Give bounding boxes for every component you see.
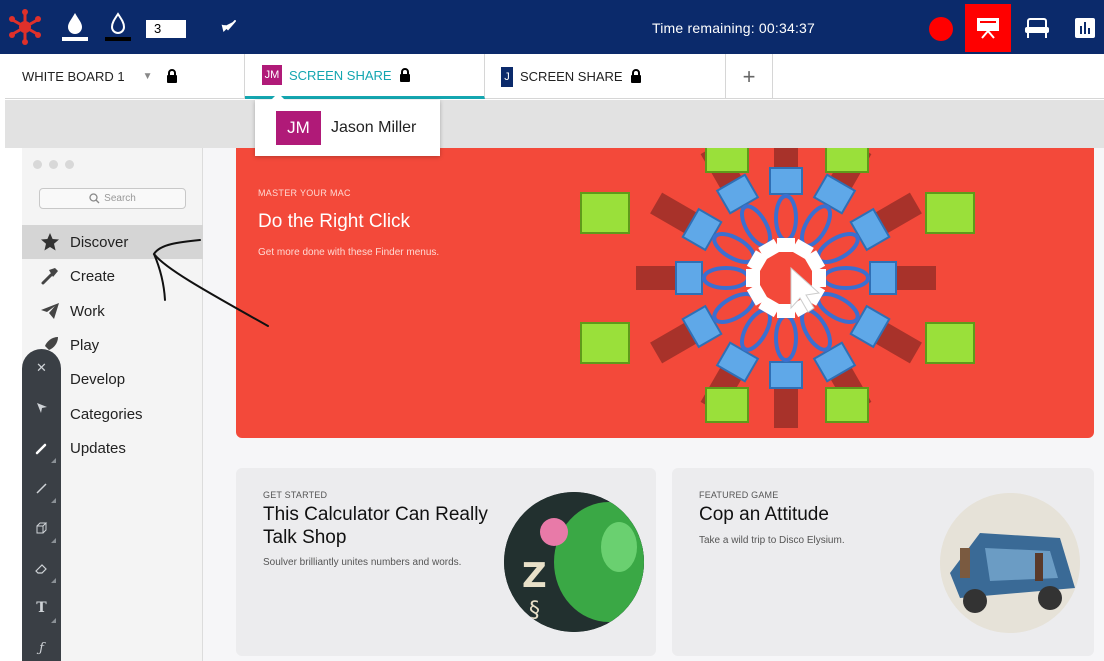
- record-button[interactable]: [929, 17, 953, 41]
- lock-icon: [399, 67, 410, 82]
- hero-eyebrow: MASTER YOUR MAC: [258, 188, 351, 198]
- hero-illustration: [580, 148, 975, 430]
- top-bar: 3 Time remaining: 00:34:37: [0, 0, 1104, 54]
- bar-chart-icon: [1075, 18, 1095, 38]
- tab-label: WHITE BOARD 1: [22, 69, 125, 84]
- presentation-icon: [977, 18, 999, 39]
- time-remaining: Time remaining: 00:34:37: [652, 20, 816, 36]
- disco-elysium-artwork: [940, 493, 1080, 633]
- toolbar-strip: [5, 100, 1104, 148]
- pen-icon[interactable]: [22, 429, 61, 467]
- paper-plane-icon: [41, 303, 59, 319]
- search-icon: [89, 193, 100, 204]
- sidebar-item-label: Create: [70, 267, 116, 285]
- user-name: Jason Miller: [331, 119, 417, 136]
- tab-label: SCREEN SHARE: [289, 67, 392, 83]
- sidebar-item-label: Updates: [70, 439, 126, 457]
- tab-whiteboard[interactable]: WHITE BOARD 1 ▼: [5, 54, 245, 99]
- shape-icon[interactable]: [22, 509, 61, 547]
- line-icon[interactable]: [22, 469, 61, 507]
- pointer-icon[interactable]: [22, 389, 61, 427]
- card-eyebrow: GET STARTED: [263, 490, 328, 500]
- snowflake-logo-icon: [9, 9, 41, 45]
- sidebar-item-label: Discover: [70, 233, 129, 251]
- presentation-button[interactable]: [965, 4, 1011, 52]
- card-featured-game[interactable]: FEATURED GAME Cop an Attitude Take a wil…: [672, 468, 1094, 656]
- armchair-icon: [1025, 18, 1049, 38]
- card-get-started[interactable]: GET STARTED This Calculator Can Really T…: [236, 468, 656, 656]
- color-bar-white: [62, 37, 88, 41]
- tab-label: SCREEN SHARE: [520, 69, 623, 84]
- avatar: J: [501, 66, 513, 87]
- sidebar-item-label: Develop: [70, 370, 126, 388]
- card-subtitle: Soulver brilliantly unites numbers and w…: [263, 557, 462, 568]
- svg-text:Z: Z: [522, 556, 547, 596]
- hero-title: Do the Right Click: [258, 211, 411, 232]
- search-input[interactable]: Search: [39, 188, 186, 209]
- undo-icon[interactable]: [220, 18, 238, 34]
- sidebar-item-label: Categories: [70, 405, 143, 423]
- lock-icon: [630, 69, 641, 83]
- stats-button[interactable]: [1062, 4, 1104, 52]
- add-tab-button[interactable]: +: [726, 54, 773, 99]
- close-icon[interactable]: ✕: [22, 349, 61, 387]
- window-zoom-dot[interactable]: [65, 160, 74, 169]
- card-title: This Calculator Can Really Talk Shop: [263, 503, 488, 549]
- ink-fill-tool[interactable]: [60, 12, 90, 42]
- hammer-icon: [41, 268, 58, 285]
- avatar: JM: [262, 65, 282, 85]
- calculator-artwork: Z §: [504, 492, 644, 632]
- shared-screen: Search Discover Create Work Play Develop…: [22, 148, 1104, 661]
- window-close-dot[interactable]: [33, 160, 42, 169]
- page-number-field[interactable]: 3: [146, 20, 186, 38]
- seat-button[interactable]: [1014, 4, 1060, 52]
- svg-text:§: §: [529, 598, 540, 623]
- formula-icon[interactable]: ƒ: [22, 629, 61, 661]
- drawing-toolbar: ✕ T ƒ: [22, 349, 61, 661]
- annotation-arrow: [152, 239, 269, 327]
- hero-subtitle: Get more done with these Finder menus.: [258, 247, 440, 258]
- user-popup: JM Jason Miller: [255, 93, 440, 156]
- star-icon: [41, 233, 59, 251]
- ink-outline-tool[interactable]: [103, 12, 133, 42]
- eraser-icon[interactable]: [22, 549, 61, 587]
- lock-icon: [167, 69, 178, 83]
- card-title-line1: This Calculator Can Really: [263, 504, 488, 525]
- card-title: Cop an Attitude: [699, 504, 829, 525]
- color-bar-black: [105, 37, 131, 41]
- app-store-main: MASTER YOUR MAC Do the Right Click Get m…: [203, 148, 1104, 661]
- avatar: JM: [276, 111, 321, 145]
- card-subtitle: Take a wild trip to Disco Elysium.: [699, 535, 845, 546]
- card-title-line2: Talk Shop: [263, 527, 347, 548]
- sidebar-item-label: Play: [70, 336, 100, 354]
- drop-outline-icon: [110, 12, 126, 34]
- sidebar-item-label: Work: [70, 302, 105, 320]
- window-minimize-dot[interactable]: [49, 160, 58, 169]
- search-placeholder: Search: [104, 193, 136, 204]
- tab-screen-share-j[interactable]: J SCREEN SHARE: [485, 54, 726, 99]
- text-icon[interactable]: T: [22, 589, 61, 627]
- drop-filled-icon: [68, 13, 82, 34]
- hero-banner[interactable]: MASTER YOUR MAC Do the Right Click Get m…: [236, 148, 1094, 438]
- caret-down-icon[interactable]: ▼: [143, 71, 153, 82]
- tab-bar: WHITE BOARD 1 ▼ JM SCREEN SHARE J SCREEN…: [5, 54, 1104, 99]
- card-eyebrow: FEATURED GAME: [699, 490, 779, 500]
